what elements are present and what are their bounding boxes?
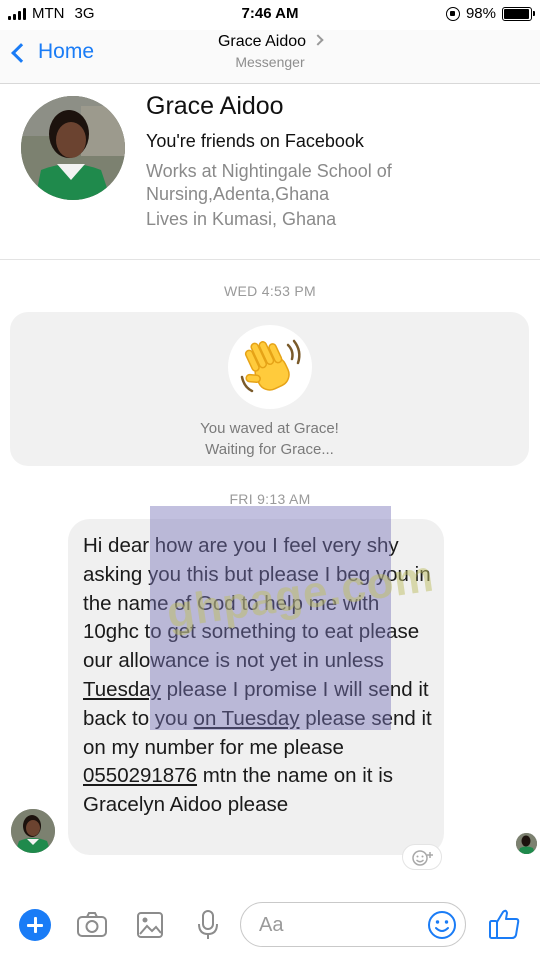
message-bubble[interactable]: Hi dear how are you I feel very shy aski… (68, 519, 444, 855)
add-reaction-icon[interactable] (402, 844, 442, 870)
conversation-title: Grace Aidoo (217, 33, 307, 50)
profile-header: Grace Aidoo You're friends on Facebook W… (0, 84, 540, 260)
nav-bar: Home Grace Aidoo Messenger (0, 30, 540, 84)
timestamp-message: FRI 9:13 AM (229, 491, 311, 507)
message-input-pill[interactable] (240, 902, 466, 947)
emoji-icon[interactable] (427, 910, 457, 940)
battery-icon (502, 6, 535, 21)
wave-status: You waved at Grace! Waiting for Grace... (10, 418, 529, 460)
friends-status: You're friends on Facebook (146, 131, 364, 151)
sender-avatar[interactable] (11, 809, 55, 853)
message-text-1: Hi dear how are you I feel very shy aski… (83, 534, 431, 673)
profile-location: Lives in Kumasi, Ghana (146, 209, 337, 229)
phone-number-link[interactable]: 0550291876 (83, 764, 197, 787)
composer-bar (0, 895, 540, 960)
date-link-on-tuesday[interactable]: on Tuesday (194, 707, 300, 730)
chevron-right-icon (312, 34, 324, 46)
read-receipt-avatar (516, 833, 537, 854)
profile-name: Grace Aidoo (146, 92, 284, 120)
profile-work: Works at Nightingale School of Nursing,A… (146, 161, 392, 204)
camera-icon[interactable] (76, 909, 108, 941)
status-right: 98% (445, 5, 535, 22)
profile-avatar[interactable] (21, 96, 125, 200)
microphone-icon[interactable] (192, 909, 224, 941)
date-link-tuesday[interactable]: Tuesday (83, 678, 161, 701)
timestamp-wave: WED 4:53 PM (224, 283, 316, 299)
wave-emoji-icon[interactable] (228, 325, 312, 409)
status-bar: MTN 3G 7:46 AM 98% (0, 0, 540, 30)
battery-percent: 98% (465, 5, 496, 22)
wave-line-2: Waiting for Grace... (205, 441, 334, 458)
conversation-header[interactable]: Grace Aidoo Messenger (0, 33, 540, 70)
battery-fill (504, 8, 530, 19)
conversation-subtitle: Messenger (235, 54, 305, 70)
image-icon[interactable] (134, 909, 166, 941)
wave-card: You waved at Grace! Waiting for Grace... (10, 312, 529, 466)
message-input[interactable] (259, 912, 409, 938)
conversation-title-row: Grace Aidoo (0, 33, 540, 51)
plus-icon[interactable] (19, 909, 51, 941)
wave-line-1: You waved at Grace! (200, 420, 339, 437)
lock-rotation-icon (445, 6, 460, 21)
thumbs-up-icon[interactable] (488, 907, 522, 941)
